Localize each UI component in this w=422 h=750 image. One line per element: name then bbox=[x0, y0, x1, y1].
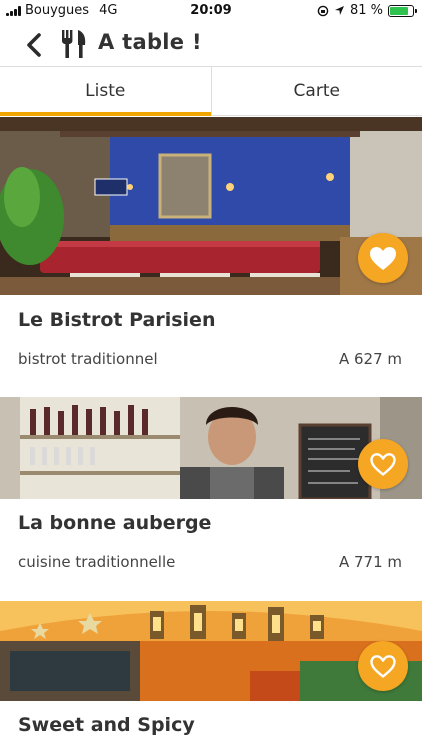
restaurant-name: La bonne auberge bbox=[18, 512, 212, 534]
favorite-button[interactable] bbox=[358, 439, 408, 489]
restaurant-name: Le Bistrot Parisien bbox=[18, 309, 216, 331]
status-bar: Bouygues 4G 20:09 81 % bbox=[0, 0, 422, 22]
tab-liste[interactable]: Liste bbox=[0, 67, 211, 116]
page-title: A table ! bbox=[98, 30, 202, 54]
battery-icon bbox=[388, 4, 417, 17]
view-tabs: Liste Carte bbox=[0, 66, 422, 116]
restaurant-card[interactable]: Le Bistrot Parisien bistrot traditionnel… bbox=[0, 117, 422, 397]
status-right: 81 % bbox=[317, 3, 417, 18]
rotation-lock-icon bbox=[317, 5, 329, 16]
heart-filled-icon bbox=[370, 247, 396, 270]
chevron-left-icon[interactable] bbox=[22, 32, 48, 58]
restaurant-category: bistrot traditionnel bbox=[18, 350, 158, 368]
favorite-button[interactable] bbox=[358, 641, 408, 691]
heart-outline-icon bbox=[370, 453, 396, 476]
restaurant-distance: A 771 m bbox=[338, 553, 402, 571]
restaurant-photo bbox=[0, 601, 422, 701]
tab-carte[interactable]: Carte bbox=[210, 67, 422, 115]
cutlery-icon bbox=[62, 30, 86, 58]
location-icon bbox=[334, 6, 344, 15]
restaurant-category: cuisine traditionnelle bbox=[18, 553, 176, 571]
heart-outline-icon bbox=[370, 655, 396, 678]
restaurant-card[interactable]: La bonne auberge cuisine traditionnelle … bbox=[0, 397, 422, 600]
restaurant-card[interactable]: Sweet and Spicy bbox=[0, 601, 422, 750]
restaurant-list[interactable]: Le Bistrot Parisien bistrot traditionnel… bbox=[0, 117, 422, 750]
restaurant-photo bbox=[0, 397, 422, 499]
restaurant-photo bbox=[0, 117, 422, 295]
auberge-photo-illustration bbox=[0, 397, 422, 499]
battery-fill bbox=[390, 6, 408, 15]
restaurant-name: Sweet and Spicy bbox=[18, 714, 195, 736]
battery-percent: 81 % bbox=[349, 3, 383, 18]
spicy-photo-illustration bbox=[0, 601, 422, 701]
nav-header: A table ! bbox=[0, 22, 422, 66]
bistro-photo-illustration bbox=[0, 117, 422, 295]
restaurant-distance: A 627 m bbox=[338, 350, 402, 368]
favorite-button[interactable] bbox=[358, 233, 408, 283]
